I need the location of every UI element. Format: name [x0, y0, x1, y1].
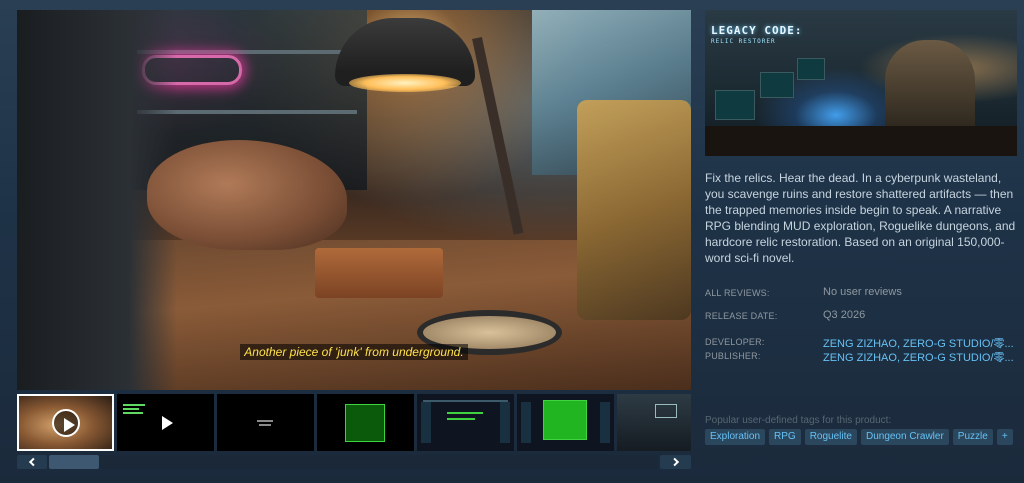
- lamp-arm: [472, 36, 524, 235]
- reviews-label: ALL REVIEWS:: [705, 288, 770, 298]
- thumb-sidebar: [500, 402, 510, 443]
- thumbnail-video-2[interactable]: [117, 394, 214, 451]
- thumb-text-line: [123, 404, 145, 406]
- thumb-terminal-panel: [543, 400, 587, 440]
- thumb-text-line: [259, 424, 271, 426]
- thumb-sidebar: [521, 402, 531, 443]
- thumb-text-line: [123, 408, 139, 410]
- thumbnail-scroll-track[interactable]: [49, 455, 658, 469]
- thumb-terminal-panel: [345, 404, 385, 442]
- tag-exploration[interactable]: Exploration: [705, 429, 766, 445]
- tag-dungeon-crawler[interactable]: Dungeon Crawler: [860, 429, 949, 445]
- thumb-bar: [423, 400, 508, 402]
- capsule-monitor: [715, 90, 755, 120]
- tags-label: Popular user-defined tags for this produ…: [705, 415, 892, 426]
- thumbnail-strip: [17, 394, 691, 451]
- thumbnail-screenshot-3[interactable]: [417, 394, 514, 451]
- relic-box: [315, 248, 443, 298]
- thumbnail-screenshot-4[interactable]: [517, 394, 614, 451]
- publisher-label: PUBLISHER:: [705, 351, 761, 361]
- game-logo-line1: LEGACY CODE:: [711, 24, 803, 37]
- game-logo-line2: RELIC RESTORER: [711, 38, 776, 45]
- game-logo: LEGACY CODE: RELIC RESTORER: [711, 24, 806, 45]
- scroll-left-button[interactable]: [17, 455, 47, 469]
- thumbnail-screenshot-1[interactable]: [217, 394, 314, 451]
- capsule-desk: [705, 126, 1017, 156]
- thumbnail-screenshot-5[interactable]: [617, 394, 691, 451]
- capsule-monitor: [760, 72, 794, 98]
- release-date-label: RELEASE DATE:: [705, 311, 778, 321]
- thumb-logo: [655, 404, 677, 418]
- developer-label: DEVELOPER:: [705, 337, 765, 347]
- thumbnail-scroll-thumb[interactable]: [49, 455, 99, 469]
- thumb-text-line: [447, 418, 475, 420]
- chevron-left-icon: [28, 457, 38, 467]
- rusty-machine: [577, 100, 691, 320]
- scroll-right-button[interactable]: [660, 455, 691, 469]
- tag-puzzle[interactable]: Puzzle: [952, 429, 993, 445]
- header-capsule-image: LEGACY CODE: RELIC RESTORER: [705, 10, 1017, 156]
- video-subtitle: Another piece of 'junk' from underground…: [17, 344, 691, 360]
- thumb-text-line: [447, 412, 483, 414]
- tag-rpg[interactable]: RPG: [769, 429, 801, 445]
- thumb-sidebar: [600, 402, 610, 443]
- thumbnail-video-1[interactable]: [17, 394, 114, 451]
- chevron-right-icon: [670, 457, 679, 467]
- tag-add-button[interactable]: +: [996, 429, 1013, 445]
- thumb-text-line: [123, 412, 143, 414]
- play-icon: [152, 409, 180, 437]
- thumb-sidebar: [421, 402, 431, 443]
- release-date-value: Q3 2026: [823, 309, 866, 321]
- capsule-monitor: [797, 58, 825, 80]
- reviews-value: No user reviews: [823, 286, 902, 298]
- publisher-link[interactable]: ZENG ZIZHAO, ZERO-G STUDIO/零...: [823, 349, 1017, 365]
- play-icon: [51, 408, 80, 437]
- main-media-viewer[interactable]: Another piece of 'junk' from underground…: [17, 10, 691, 390]
- tag-list: Exploration RPG Roguelite Dungeon Crawle…: [705, 429, 1013, 445]
- thumb-text-line: [257, 420, 273, 422]
- game-description: Fix the relics. Hear the dead. In a cybe…: [705, 171, 1016, 265]
- thumbnail-screenshot-2[interactable]: [317, 394, 414, 451]
- tag-roguelite[interactable]: Roguelite: [804, 429, 857, 445]
